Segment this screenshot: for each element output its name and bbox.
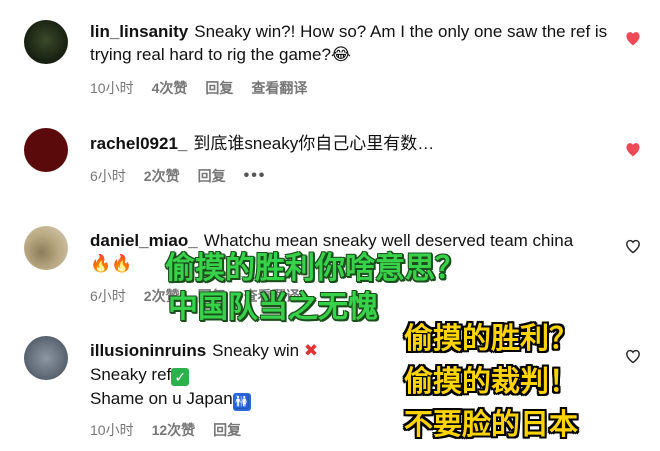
comment-time: 10小时 — [90, 80, 134, 96]
reply-button[interactable]: 回复 — [205, 78, 233, 98]
comment-meta: 10小时 4次赞 回复 查看翻译 — [90, 78, 307, 98]
avatar[interactable] — [24, 226, 68, 270]
overlay-yellow-line3: 不要脸的日本 — [404, 407, 579, 441]
heart-outline-icon[interactable] — [624, 348, 642, 364]
comment-username[interactable]: rachel0921_ — [90, 134, 187, 153]
comment-text: lin_linsanity Sneaky win?! How so? Am I t… — [90, 20, 620, 67]
avatar[interactable] — [24, 20, 68, 64]
comment-likes[interactable]: 4次赞 — [152, 78, 188, 98]
reply-button[interactable]: 回复 — [213, 420, 241, 440]
comment-likes[interactable]: 12次赞 — [152, 420, 196, 440]
avatar[interactable] — [24, 128, 68, 172]
heart-icon[interactable] — [624, 30, 642, 46]
overlay-green-line2: 中国队当之无愧 — [168, 290, 378, 325]
restroom-icon: 🚻 — [232, 393, 251, 411]
see-translation-button[interactable]: 查看翻译 — [251, 78, 307, 98]
comment-meta: 6小时 2次赞 回复 ••• — [90, 166, 266, 186]
comment-time: 10小时 — [90, 422, 134, 438]
overlay-yellow-line1: 偷摸的胜利？ — [404, 321, 579, 355]
fire-emoji-icon: 🔥🔥 — [90, 254, 133, 273]
comment-item: rachel0921_ 到底谁sneaky你自己心里有数… 6小时 2次赞 回复 … — [0, 110, 660, 210]
heart-icon[interactable] — [624, 141, 642, 157]
comment-item: lin_linsanity Sneaky win?! How so? Am I t… — [0, 0, 660, 110]
check-mark-icon: ✓ — [171, 368, 190, 386]
comment-body-line2: Sneaky ref — [90, 365, 172, 384]
overlay-yellow-line2: 偷摸的裁判！ — [404, 364, 579, 398]
avatar[interactable] — [24, 336, 68, 380]
comment-time: 6小时 — [90, 288, 126, 304]
comment-body-line3: Shame on u Japan — [90, 389, 233, 408]
cross-mark-icon: ✖ — [303, 341, 319, 360]
comment-body: 到底谁sneaky你自己心里有数… — [193, 134, 435, 153]
comment-username[interactable]: illusioninruins — [90, 341, 206, 360]
overlay-green-line1: 偷摸的胜利你啥意思？ — [165, 251, 465, 286]
comment-body-line1: Sneaky win — [212, 341, 300, 360]
comment-body: Whatchu mean sneaky well deserved team c… — [203, 231, 574, 250]
reply-button[interactable]: 回复 — [198, 166, 226, 186]
comment-time: 6小时 — [90, 168, 126, 184]
laughing-emoji-icon: 😂 — [330, 45, 351, 65]
comment-meta: 10小时 12次赞 回复 — [90, 420, 241, 440]
comment-likes[interactable]: 2次赞 — [144, 166, 180, 186]
more-options-icon[interactable]: ••• — [244, 167, 267, 185]
comment-text: rachel0921_ 到底谁sneaky你自己心里有数… — [90, 132, 620, 155]
comment-username[interactable]: lin_linsanity — [90, 22, 188, 41]
heart-outline-icon[interactable] — [624, 238, 642, 254]
comment-username[interactable]: daniel_miao_ — [90, 231, 198, 250]
